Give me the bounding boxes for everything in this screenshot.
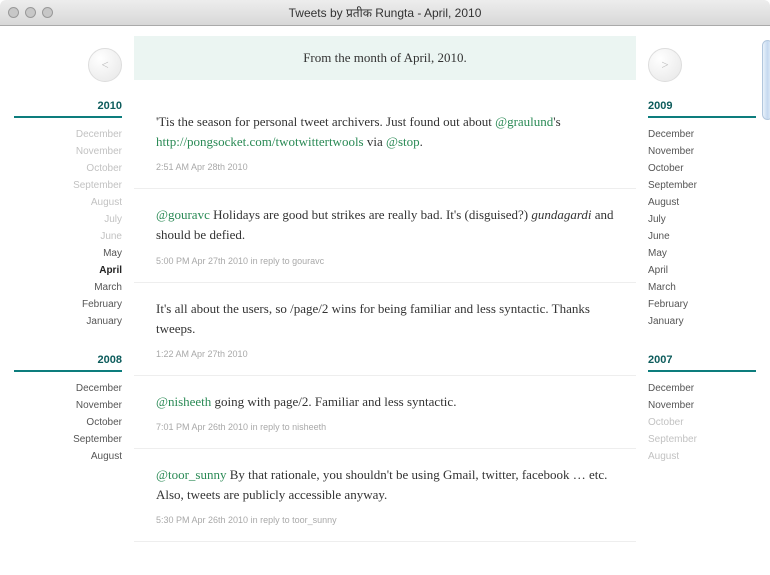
month-link[interactable]: May	[14, 245, 122, 262]
external-link[interactable]: http://pongsocket.com/twotwittertwools	[156, 134, 364, 149]
tweet-text: 'Tis the season for personal tweet archi…	[156, 112, 614, 152]
tweet-text: @toor_sunny By that rationale, you shoul…	[156, 465, 614, 505]
month-link[interactable]: April	[14, 262, 122, 279]
month-link[interactable]: September	[14, 177, 122, 194]
prev-button[interactable]: <	[88, 48, 122, 82]
tweet: @gouravc Holidays are good but strikes a…	[134, 189, 636, 282]
sidebar-left: < 2010DecemberNovemberOctoberSeptemberAu…	[14, 26, 134, 575]
month-link[interactable]: November	[648, 143, 756, 160]
month-link[interactable]: December	[648, 380, 756, 397]
month-link[interactable]: November	[14, 143, 122, 160]
tweet-meta[interactable]: 7:01 PM Apr 26th 2010 in reply to nishee…	[156, 422, 614, 432]
month-link[interactable]: November	[648, 397, 756, 414]
month-link[interactable]: July	[648, 211, 756, 228]
mention-link[interactable]: @gouravc	[156, 207, 210, 222]
tweet-text: It's all about the users, so /page/2 win…	[156, 299, 614, 339]
month-link[interactable]: December	[14, 126, 122, 143]
month-link[interactable]: August	[14, 194, 122, 211]
month-list: DecemberNovemberOctoberSeptemberAugust	[14, 380, 122, 465]
mention-link[interactable]: @stop	[386, 134, 420, 149]
window-title: Tweets by प्रतीक Rungta - April, 2010	[0, 4, 770, 21]
month-link[interactable]: July	[14, 211, 122, 228]
tweet-meta[interactable]: 1:22 AM Apr 27th 2010	[156, 349, 614, 359]
month-link[interactable]: February	[648, 296, 756, 313]
month-link[interactable]: September	[14, 431, 122, 448]
tweet-meta[interactable]: 5:30 PM Apr 26th 2010 in reply to toor_s…	[156, 515, 614, 525]
year-block: 2009 DecemberNovemberOctoberSeptemberAugu…	[648, 100, 756, 330]
year-block: 2010 DecemberNovemberOctoberSeptemberAugu…	[14, 100, 122, 330]
month-link[interactable]: January	[14, 313, 122, 330]
month-link[interactable]: October	[648, 160, 756, 177]
tweet-text: @gouravc Holidays are good but strikes a…	[156, 205, 614, 245]
tweet: @nisheeth going with page/2. Familiar an…	[134, 376, 636, 449]
month-list: DecemberNovemberOctoberSeptemberAugustJu…	[14, 126, 122, 330]
year-block: 2007 DecemberNovemberOctoberSeptemberAugu…	[648, 354, 756, 465]
year-block: 2008 DecemberNovemberOctoberSeptemberAugu…	[14, 354, 122, 465]
month-link[interactable]: December	[14, 380, 122, 397]
month-link[interactable]: January	[648, 313, 756, 330]
month-link[interactable]: August	[648, 194, 756, 211]
year-heading[interactable]: 2007	[648, 354, 756, 372]
month-link[interactable]: February	[14, 296, 122, 313]
month-list: DecemberNovemberOctoberSeptemberAugust	[648, 380, 756, 465]
month-link[interactable]: June	[14, 228, 122, 245]
chevron-left-icon: <	[101, 57, 108, 73]
traffic-lights	[8, 7, 53, 18]
month-link[interactable]: August	[14, 448, 122, 465]
month-link[interactable]: November	[14, 397, 122, 414]
tweet-meta[interactable]: 5:00 PM Apr 27th 2010 in reply to gourav…	[156, 256, 614, 266]
emphasis: gundagardi	[531, 207, 591, 222]
close-icon[interactable]	[8, 7, 19, 18]
month-banner: From the month of April, 2010.	[134, 36, 636, 80]
mention-link[interactable]: @toor_sunny	[156, 467, 226, 482]
month-link[interactable]: June	[648, 228, 756, 245]
month-list: DecemberNovemberOctoberSeptemberAugustJu…	[648, 126, 756, 330]
month-link[interactable]: May	[648, 245, 756, 262]
month-link[interactable]: September	[648, 431, 756, 448]
minimize-icon[interactable]	[25, 7, 36, 18]
mention-link[interactable]: @nisheeth	[156, 394, 211, 409]
month-link[interactable]: March	[648, 279, 756, 296]
tweet-meta[interactable]: 2:51 AM Apr 28th 2010	[156, 162, 614, 172]
month-link[interactable]: October	[648, 414, 756, 431]
month-link[interactable]: September	[648, 177, 756, 194]
tweet: It's all about the users, so /page/2 win…	[134, 283, 636, 376]
month-link[interactable]: August	[648, 448, 756, 465]
zoom-icon[interactable]	[42, 7, 53, 18]
month-link[interactable]: December	[648, 126, 756, 143]
tweet: @toor_sunny By that rationale, you shoul…	[134, 449, 636, 542]
month-link[interactable]: April	[648, 262, 756, 279]
tweet-text: @nisheeth going with page/2. Familiar an…	[156, 392, 614, 412]
tweet: 'Tis the season for personal tweet archi…	[134, 96, 636, 189]
month-link[interactable]: October	[14, 414, 122, 431]
chevron-right-icon: >	[661, 57, 668, 73]
window-titlebar: Tweets by प्रतीक Rungta - April, 2010	[0, 0, 770, 26]
year-heading[interactable]: 2009	[648, 100, 756, 118]
banner-text: From the month of April, 2010.	[303, 50, 467, 65]
year-heading[interactable]: 2008	[14, 354, 122, 372]
main-column: From the month of April, 2010. 'Tis the …	[134, 26, 636, 575]
month-link[interactable]: March	[14, 279, 122, 296]
scrollbar-thumb[interactable]	[762, 40, 770, 120]
sidebar-right: > 2009DecemberNovemberOctoberSeptemberAu…	[636, 26, 756, 575]
next-button[interactable]: >	[648, 48, 682, 82]
mention-link[interactable]: @graulund	[495, 114, 553, 129]
year-heading[interactable]: 2010	[14, 100, 122, 118]
month-link[interactable]: October	[14, 160, 122, 177]
